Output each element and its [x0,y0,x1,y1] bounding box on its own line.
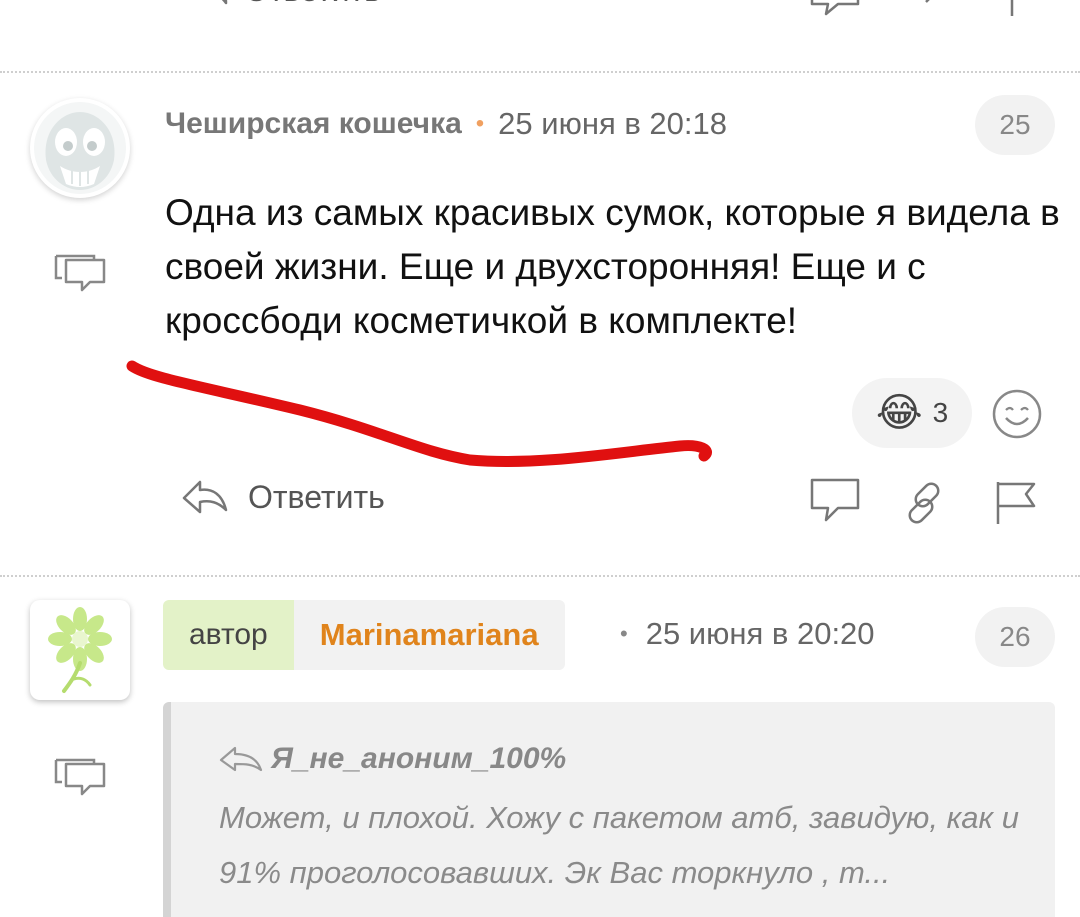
reply-thread-icon[interactable] [52,756,108,802]
daisy-flower-avatar-icon [48,607,112,693]
author-tag: автор Marinamariana [163,600,565,670]
reply-button[interactable]: Ответить [180,478,385,516]
reply-label: Ответить [248,478,385,515]
avatar[interactable] [30,600,130,700]
quote-author-name: Я_не_аноним_100% [271,742,567,775]
author-name[interactable]: Marinamariana [293,600,565,670]
reaction-count: 3 [932,397,949,428]
quoted-comment[interactable]: Я_не_аноним_100% Может, и плохой. Хожу с… [163,702,1055,917]
comment-time[interactable]: 25 июня в 20:20 [646,616,875,652]
quote-text: Может, и плохой. Хожу с пакетом атб, зав… [219,800,1019,890]
link-icon[interactable] [902,480,948,526]
reply-back-arrow-icon [219,746,263,772]
comments-page: Ответить Чеширская кошечка • 25 июня в 2… [0,0,1080,917]
reaction-badge[interactable]: 😂 3 [852,378,972,448]
comment-time-wrap: • 25 июня в 20:20 [620,616,875,652]
quote-author: Я_не_аноним_100% [219,742,566,776]
add-reaction-smiley-icon[interactable] [991,388,1043,440]
flag-icon[interactable] [992,478,1038,526]
separator-dot: • [620,621,628,646]
role-badge: автор [163,600,294,670]
comment-number-badge[interactable]: 26 [975,607,1055,667]
comment-divider [0,575,1080,577]
tears-of-joy-emoji: 😂 [875,391,923,435]
reply-arrow-icon [182,480,228,514]
comment-icon[interactable] [808,476,862,526]
